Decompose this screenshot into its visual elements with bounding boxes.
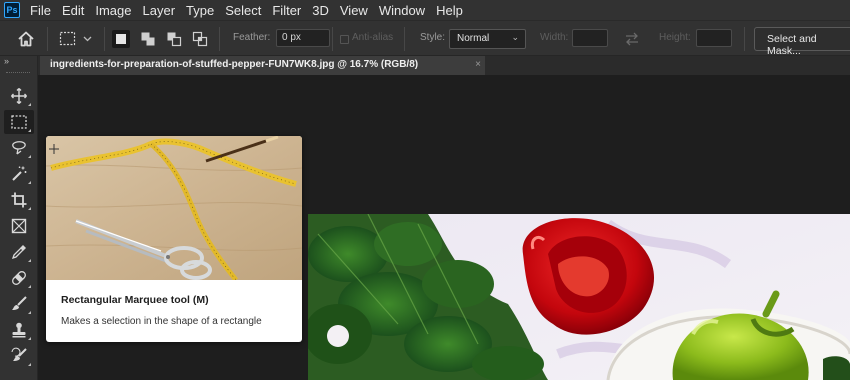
divider: [744, 27, 745, 51]
menu-view[interactable]: View: [340, 3, 368, 18]
crop-icon: [11, 192, 27, 208]
tool-group-indicator: [28, 259, 31, 262]
marquee-preset-icon: [59, 31, 92, 46]
menu-image[interactable]: Image: [95, 3, 131, 18]
menu-help[interactable]: Help: [436, 3, 463, 18]
add-selection-icon: [141, 32, 155, 46]
document-canvas-image[interactable]: [308, 214, 850, 380]
tool-group-indicator: [28, 363, 31, 366]
divider: [47, 27, 48, 51]
swap-arrows-icon: [626, 32, 638, 46]
new-selection-button[interactable]: [112, 30, 130, 48]
height-input[interactable]: [696, 29, 732, 47]
menu-filter[interactable]: Filter: [272, 3, 301, 18]
tool-group-indicator: [28, 181, 31, 184]
intersect-selection-icon: [192, 31, 208, 47]
menu-bar: Ps File Edit Image Layer Type Select Fil…: [0, 0, 850, 20]
tool-group-indicator: [28, 207, 31, 210]
close-icon[interactable]: ×: [475, 59, 481, 70]
width-label: Width:: [540, 32, 569, 43]
swap-width-height-button[interactable]: [622, 31, 642, 47]
history-brush-tool[interactable]: [4, 344, 34, 368]
bandage-icon: [12, 271, 26, 285]
home-icon: [18, 31, 34, 47]
style-select-value: Normal: [457, 33, 490, 44]
chevron-down-icon: ⌄: [511, 32, 519, 42]
tool-group-indicator: [28, 155, 31, 158]
style-select[interactable]: Normal ⌄: [449, 29, 526, 49]
magic-wand-icon: [12, 166, 27, 181]
brush-tool[interactable]: [4, 292, 34, 316]
document-tabs: ingredients-for-preparation-of-stuffed-p…: [38, 56, 850, 75]
frame-icon: [11, 218, 27, 234]
eyedropper-icon: [11, 245, 26, 260]
crop-tool[interactable]: [4, 188, 34, 212]
tool-tooltip: Rectangular Marquee tool (M) Makes a sel…: [46, 136, 302, 342]
brush-icon: [12, 296, 27, 310]
intersect-selection-button[interactable]: [191, 30, 209, 48]
divider: [332, 27, 333, 51]
document-tab[interactable]: ingredients-for-preparation-of-stuffed-p…: [40, 56, 485, 75]
tool-group-indicator: [28, 285, 31, 288]
menu-type[interactable]: Type: [186, 3, 214, 18]
frame-tool[interactable]: [4, 214, 34, 238]
eyedropper-tool[interactable]: [4, 240, 34, 264]
history-brush-icon: [11, 347, 27, 361]
photoshop-window: Ps File Edit Image Layer Type Select Fil…: [0, 0, 850, 380]
anti-alias-label: Anti-alias: [352, 32, 394, 43]
feather-label: Feather:: [233, 32, 271, 43]
tooltip-preview-image: [46, 136, 302, 280]
menu-3d[interactable]: 3D: [312, 3, 329, 18]
photoshop-logo-icon: Ps: [4, 2, 20, 18]
vegetables-photo: [308, 214, 850, 380]
tool-group-indicator: [28, 103, 31, 106]
move-tool[interactable]: [4, 84, 34, 108]
menu-window[interactable]: Window: [379, 3, 425, 18]
subtract-selection-icon: [167, 32, 182, 47]
tool-group-indicator: [28, 129, 31, 132]
panel-grip[interactable]: [6, 72, 30, 74]
tools-panel: »: [0, 56, 38, 380]
rectangular-marquee-tool[interactable]: [4, 110, 34, 134]
divider: [219, 27, 220, 51]
feather-input[interactable]: 0 px: [276, 29, 330, 47]
divider: [404, 27, 405, 51]
new-selection-icon: [116, 34, 126, 44]
collapse-panel-icon[interactable]: »: [4, 56, 9, 66]
document-tab-title: ingredients-for-preparation-of-stuffed-p…: [50, 59, 419, 70]
anti-alias-checkbox[interactable]: [340, 35, 349, 44]
tool-preset-picker[interactable]: [58, 30, 98, 48]
menu-edit[interactable]: Edit: [62, 3, 84, 18]
menu-layer[interactable]: Layer: [143, 3, 176, 18]
height-label: Height:: [659, 32, 691, 43]
tooltip-description: Makes a selection in the shape of a rect…: [61, 316, 262, 327]
style-label: Style:: [420, 32, 446, 43]
healing-brush-tool[interactable]: [4, 266, 34, 290]
tool-group-indicator: [28, 311, 31, 314]
tooltip-title: Rectangular Marquee tool (M): [61, 294, 209, 306]
select-and-mask-button[interactable]: Select and Mask...: [754, 27, 850, 57]
options-bar: Feather: 0 px Anti-alias Style: Normal ⌄…: [0, 20, 850, 57]
marquee-icon: [11, 115, 27, 129]
clone-stamp-tool[interactable]: [4, 318, 34, 342]
magic-wand-tool[interactable]: [4, 162, 34, 186]
menu-select[interactable]: Select: [225, 3, 261, 18]
lasso-tool[interactable]: [4, 136, 34, 160]
divider: [104, 27, 105, 51]
add-to-selection-button[interactable]: [139, 30, 157, 48]
tool-group-indicator: [28, 337, 31, 340]
subtract-from-selection-button[interactable]: [165, 30, 183, 48]
stamp-icon: [12, 322, 26, 338]
lasso-icon: [12, 141, 26, 155]
width-input[interactable]: [572, 29, 608, 47]
menu-file[interactable]: File: [30, 3, 51, 18]
move-icon: [11, 88, 27, 104]
home-button[interactable]: [16, 29, 36, 49]
